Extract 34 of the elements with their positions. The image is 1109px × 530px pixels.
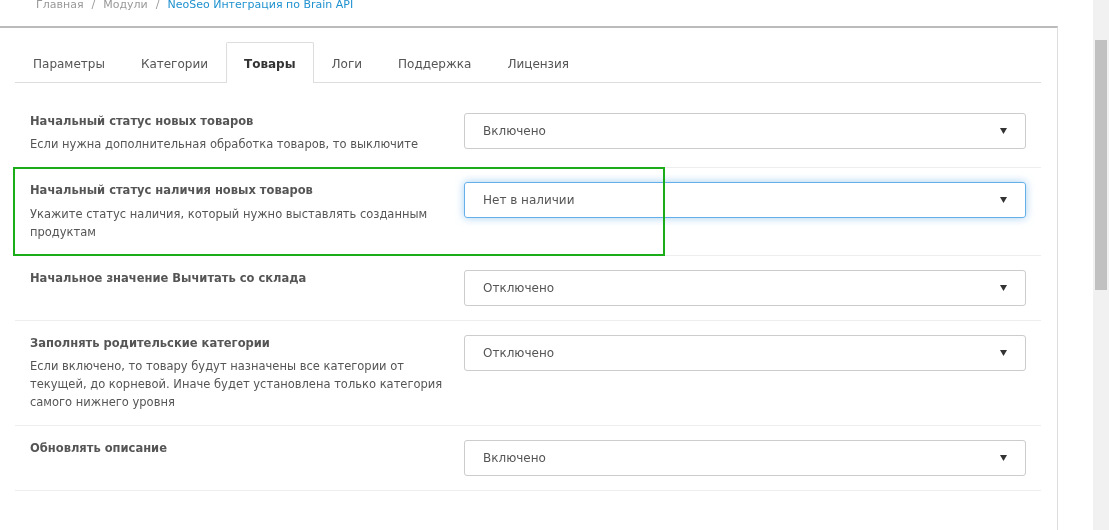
caret-icon [1000,128,1007,134]
select-field[interactable]: Включено [464,439,1026,476]
tab[interactable]: Категории [122,42,226,83]
setting-label: Заполнять родительские категории [30,334,271,352]
caret-icon [1000,284,1007,291]
select-field[interactable]: Включено [464,113,1026,149]
select-value: Нет в наличии [483,192,575,210]
caret-icon [1000,454,1007,461]
setting-help-text: Если нужна дополнительная обработка товаров, то выключите [30,136,420,154]
breadcrumb-separator: / [155,0,160,13]
tab[interactable]: Параметры [15,42,123,83]
tab[interactable]: Товары [226,42,314,83]
scrollbar-thumb[interactable] [1095,40,1107,290]
select-value: Отключено [483,344,555,362]
breadcrumb-separator: / [91,0,96,13]
tab[interactable]: Лицензия [489,42,587,83]
scrollbar[interactable] [1093,0,1109,530]
setting-help-text: Укажите статус наличия, который нужно выставлять созданным продуктам [30,205,429,241]
setting-label: Начальный статус наличия новых товаров [30,182,314,200]
select-field[interactable]: Отключено [464,269,1026,306]
select-value: Включено [483,123,546,140]
select-field[interactable]: Отключено [464,334,1026,371]
setting-label: Начальное значение Вычитать со склада [30,269,308,287]
tab[interactable]: Поддержка [380,42,490,83]
caret-icon [1000,197,1007,204]
select-value: Отключено [483,279,555,297]
tab[interactable]: Логи [313,42,380,83]
caret-icon [1000,349,1007,356]
breadcrumb-current[interactable]: NeoSeo Интеграция по Brain API [167,0,354,14]
select-value: Включено [483,449,546,467]
select-field[interactable]: Нет в наличии [464,182,1026,219]
setting-label: Начальный статус новых товаров [30,113,255,130]
setting-label: Обновлять описание [30,439,168,457]
setting-help-text: Если включено, то товару будут назначены все категории от текущей, до корневой. Иначе будет установлена только категория самого нижнего уровня [30,357,444,411]
